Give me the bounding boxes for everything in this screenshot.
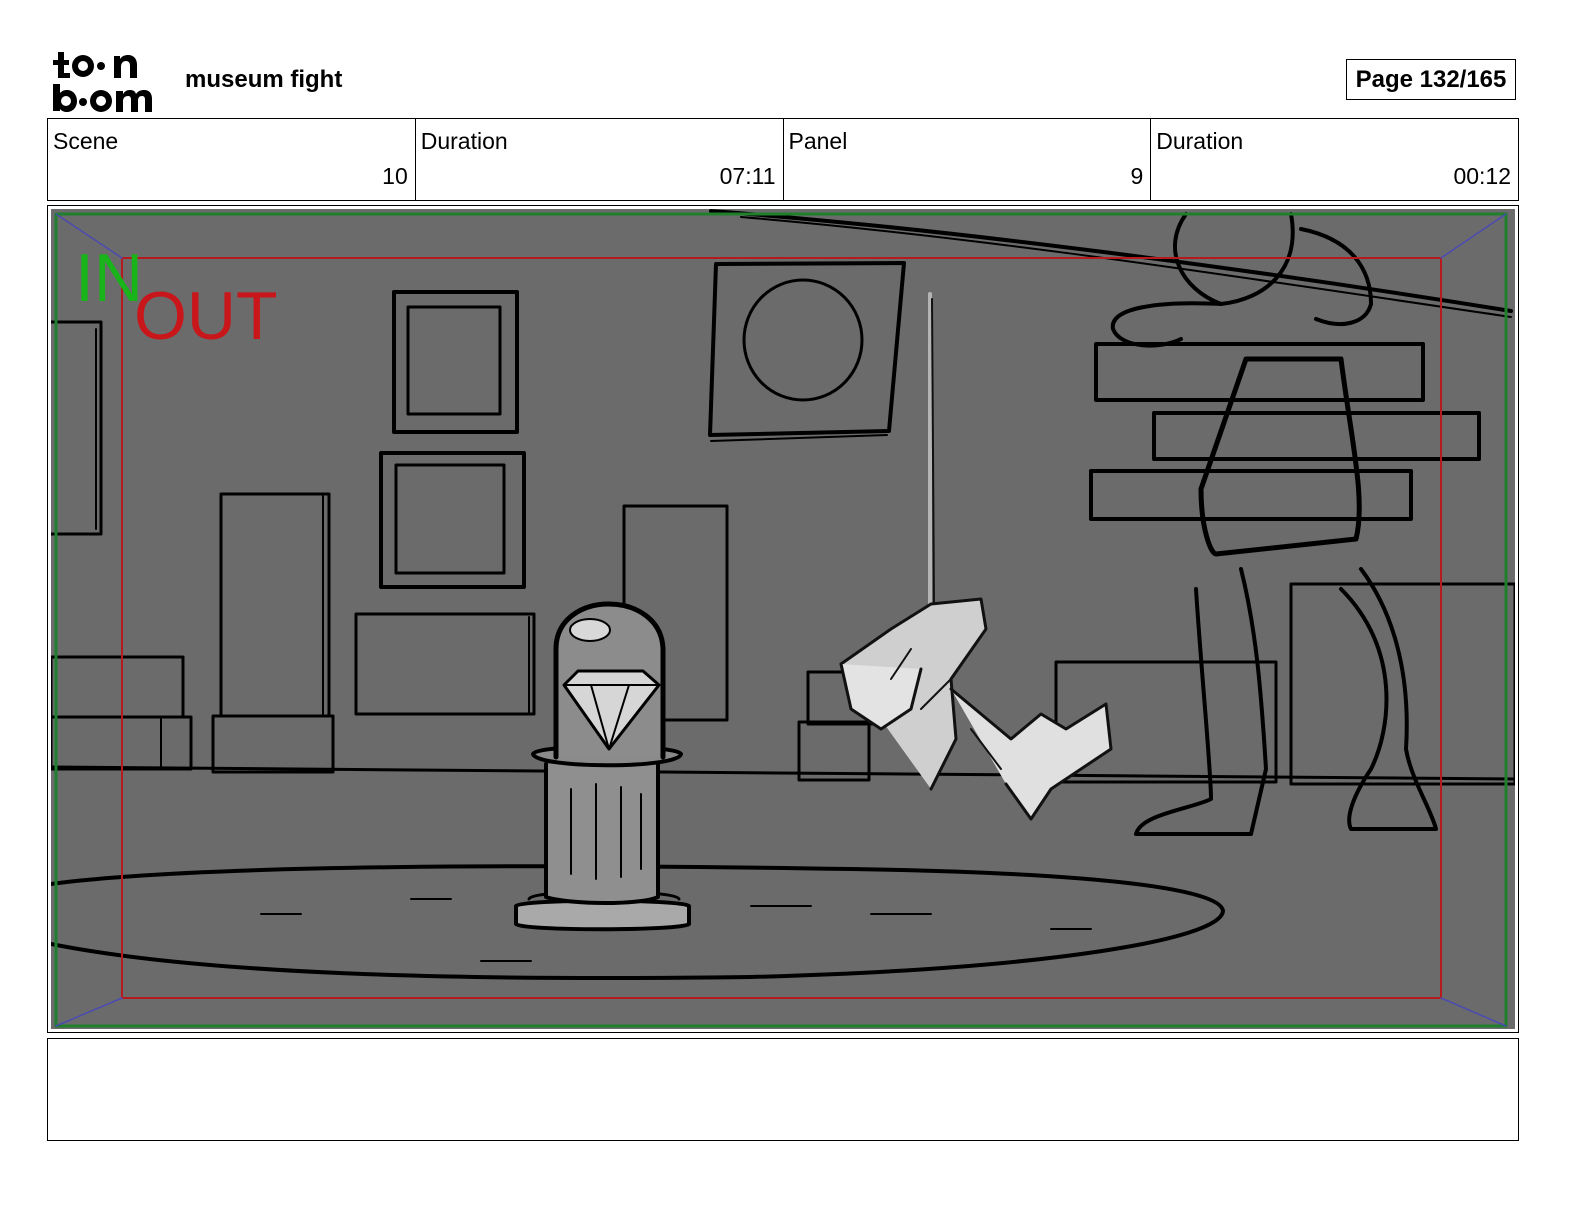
panel-notes — [47, 1038, 1519, 1141]
scene-duration-label: Duration — [420, 128, 508, 154]
panel-value: 9 — [1130, 163, 1144, 189]
out-marker: OUT — [134, 278, 278, 354]
scene-duration-cell: Duration 07:11 — [416, 119, 784, 200]
panel-label: Panel — [788, 128, 848, 154]
panel-cell: Panel 9 — [784, 119, 1152, 200]
in-marker: IN — [75, 240, 143, 316]
panel-duration-cell: Duration 00:12 — [1151, 119, 1518, 200]
toon-boom-logo — [53, 52, 152, 112]
scene-duration-value: 07:11 — [719, 163, 776, 189]
scene-info-table: Scene 10 Duration 07:11 Panel 9 Duration… — [47, 118, 1519, 201]
page-indicator: Page 132/165 — [1346, 59, 1516, 100]
scene-label: Scene — [53, 128, 119, 154]
panel-duration-value: 00:12 — [1453, 163, 1511, 189]
panel-duration-label: Duration — [1156, 128, 1244, 154]
storyboard-panel-image: IN OUT — [51, 209, 1515, 1029]
project-title: museum fight — [185, 66, 343, 93]
scene-cell: Scene 10 — [48, 119, 416, 200]
scene-value: 10 — [382, 163, 408, 189]
